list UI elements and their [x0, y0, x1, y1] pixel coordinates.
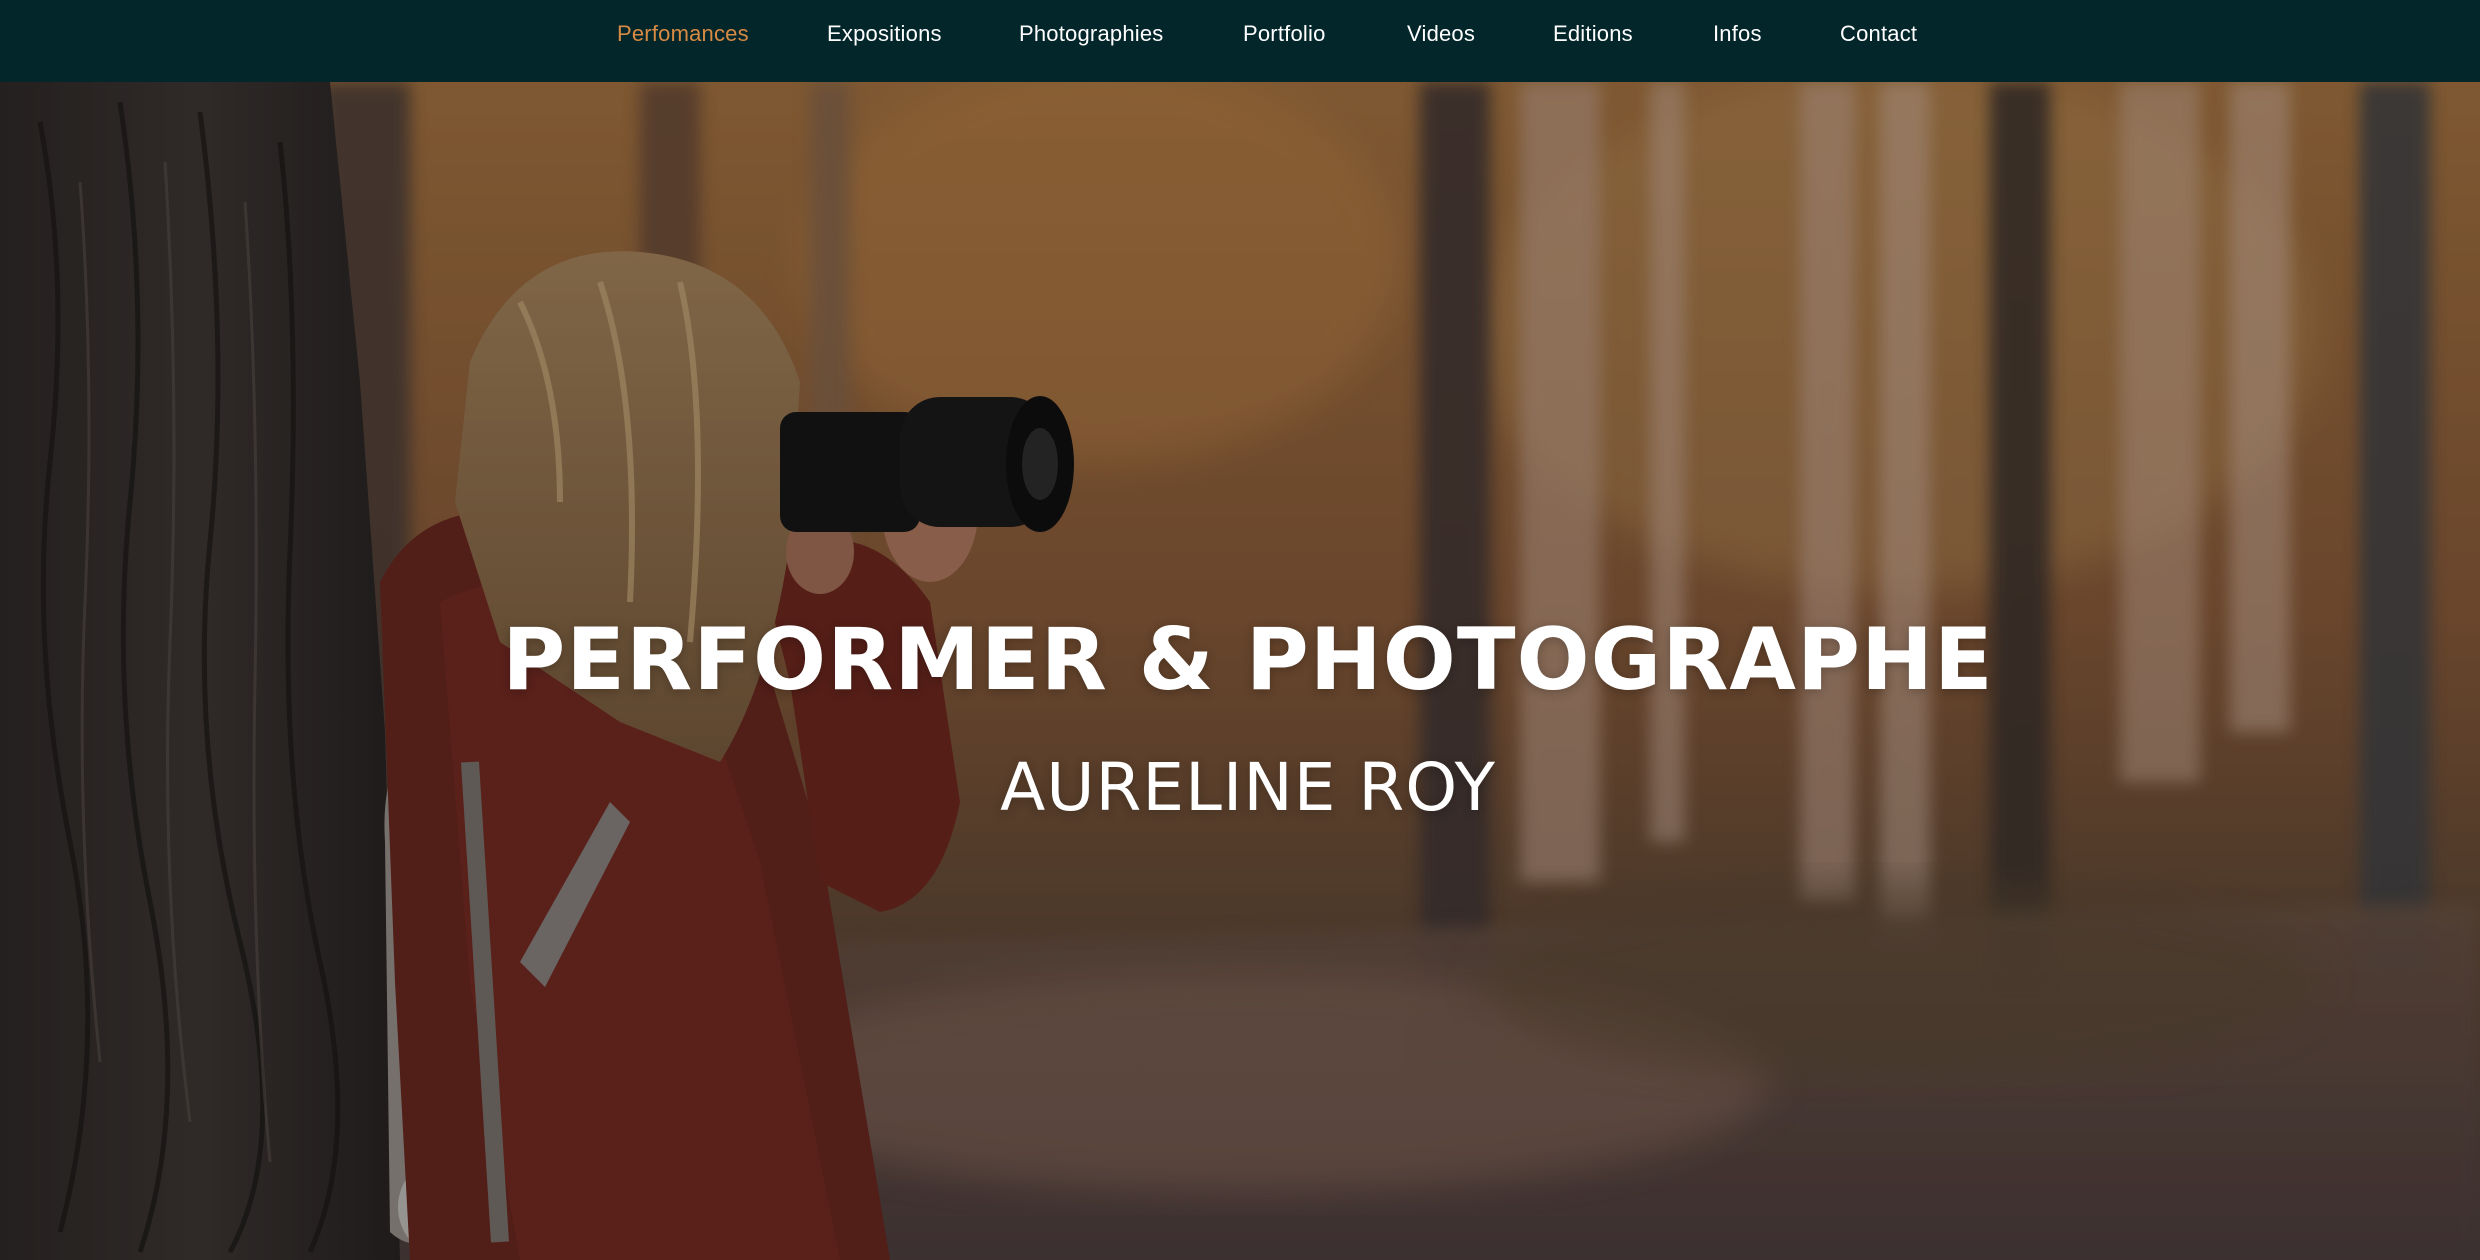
nav-item-infos[interactable]: Infos: [1713, 21, 1762, 47]
nav-item-editions[interactable]: Editions: [1553, 21, 1633, 47]
nav-item-expositions[interactable]: Expositions: [827, 21, 942, 47]
hero-headline: PERFORMER & PHOTOGRAPHE: [502, 609, 1994, 710]
hero-banner: PERFORMER & PHOTOGRAPHE AURELINE ROY: [0, 82, 2480, 1260]
top-navigation-bar: Perfomances Expositions Photographies Po…: [0, 0, 2480, 82]
nav-item-performances[interactable]: Perfomances: [617, 21, 749, 47]
nav-item-contact[interactable]: Contact: [1840, 21, 1917, 47]
main-menu: Perfomances Expositions Photographies Po…: [0, 0, 2480, 72]
hero-subtitle: AURELINE ROY: [1000, 748, 1496, 826]
nav-item-photographies[interactable]: Photographies: [1019, 21, 1163, 47]
nav-item-portfolio[interactable]: Portfolio: [1243, 21, 1326, 47]
nav-item-videos[interactable]: Videos: [1407, 21, 1475, 47]
